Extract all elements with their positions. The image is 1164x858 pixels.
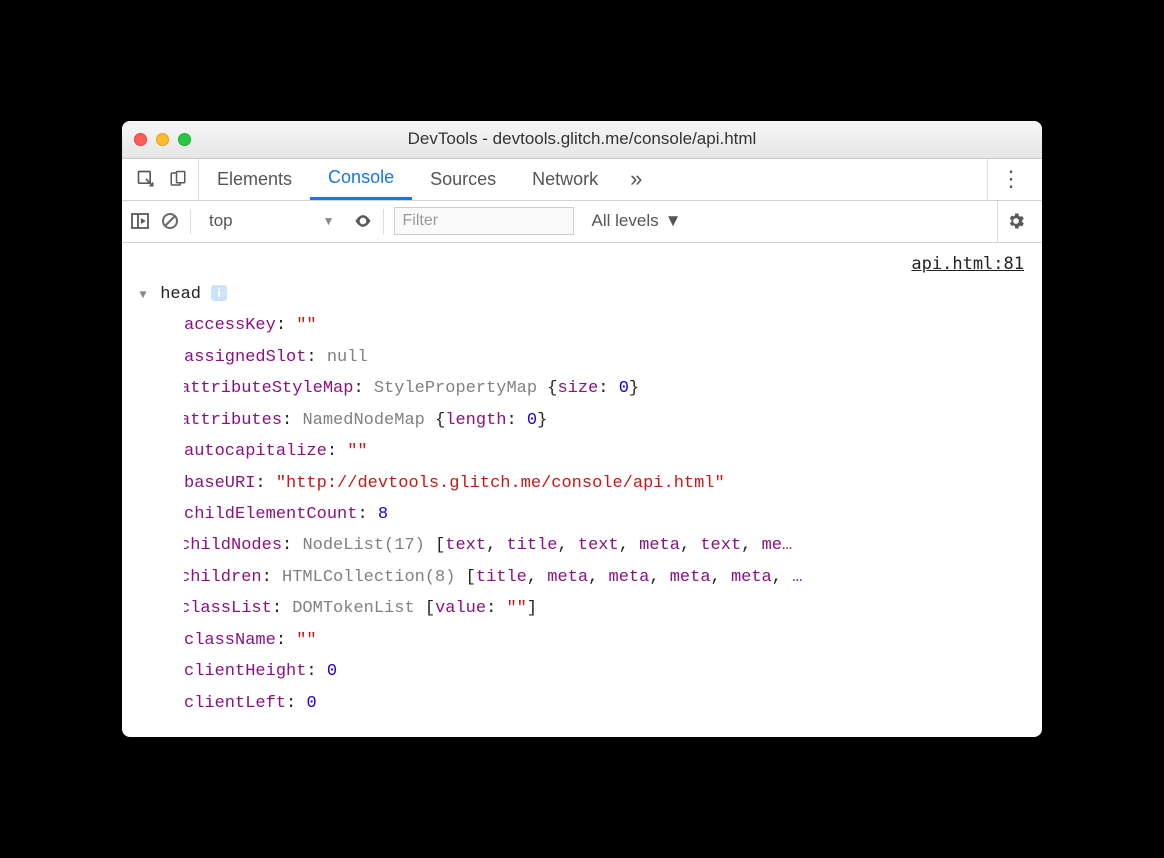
prop-attributeStyleMap[interactable]: attributeStyleMap: StylePropertyMap {siz… [184, 373, 1028, 404]
expand-arrow-icon[interactable] [136, 284, 150, 306]
log-level-selector[interactable]: All levels ▼ [584, 211, 690, 231]
tab-console[interactable]: Console [310, 159, 412, 200]
inspect-icon[interactable] [136, 169, 156, 189]
titlebar: DevTools - devtools.glitch.me/console/ap… [122, 121, 1042, 159]
device-icon[interactable] [168, 169, 188, 189]
settings-kebab[interactable]: ⋮ [987, 159, 1034, 200]
context-selector[interactable]: top ▼ [201, 211, 343, 231]
property-list: accessKey: "" assignedSlot: null attribu… [184, 310, 1028, 719]
prop-children[interactable]: children: HTMLCollection(8) [title, meta… [184, 562, 1028, 593]
tab-sources[interactable]: Sources [412, 159, 514, 200]
devtools-window: DevTools - devtools.glitch.me/console/ap… [122, 121, 1042, 737]
eye-icon[interactable] [353, 211, 373, 231]
console-settings-button[interactable] [997, 201, 1034, 242]
info-icon[interactable]: i [211, 285, 227, 301]
sidebar-toggle-icon[interactable] [130, 211, 150, 231]
filter-input[interactable] [394, 207, 574, 235]
prop-baseURI[interactable]: baseURI: "http://devtools.glitch.me/cons… [184, 468, 1028, 499]
panel-tabbar: Elements Console Sources Network » ⋮ [122, 159, 1042, 201]
levels-label: All levels [592, 211, 659, 231]
prop-className[interactable]: className: "" [184, 625, 1028, 656]
prop-assignedSlot[interactable]: assignedSlot: null [184, 342, 1028, 373]
window-title: DevTools - devtools.glitch.me/console/ap… [134, 129, 1030, 149]
caret-down-icon: ▼ [665, 211, 682, 231]
prop-attributes[interactable]: attributes: NamedNodeMap {length: 0} [184, 405, 1028, 436]
prop-accessKey[interactable]: accessKey: "" [184, 310, 1028, 341]
console-toolbar: top ▼ All levels ▼ [122, 201, 1042, 243]
prop-autocapitalize[interactable]: autocapitalize: "" [184, 436, 1028, 467]
caret-down-icon: ▼ [323, 214, 335, 228]
prop-clientLeft[interactable]: clientLeft: 0 [184, 688, 1028, 719]
close-button[interactable] [134, 133, 147, 146]
context-label: top [209, 211, 233, 231]
console-output: api.html:81 head i accessKey: "" assigne… [122, 243, 1042, 737]
traffic-lights [134, 133, 191, 146]
prop-clientHeight[interactable]: clientHeight: 0 [184, 656, 1028, 687]
divider [190, 209, 191, 234]
tabbar-icons [130, 159, 199, 200]
source-link[interactable]: api.html:81 [911, 249, 1024, 280]
tab-network[interactable]: Network [514, 159, 616, 200]
divider [383, 209, 384, 234]
prop-childNodes[interactable]: childNodes: NodeList(17) [text, title, t… [184, 530, 1028, 561]
more-tabs-button[interactable]: » [616, 166, 656, 192]
object-tree-root[interactable]: head i [136, 279, 1028, 310]
prop-classList[interactable]: classList: DOMTokenList [value: ""] [184, 593, 1028, 624]
prop-childElementCount[interactable]: childElementCount: 8 [184, 499, 1028, 530]
object-name: head [160, 285, 201, 304]
clear-console-icon[interactable] [160, 211, 180, 231]
minimize-button[interactable] [156, 133, 169, 146]
tab-elements[interactable]: Elements [199, 159, 310, 200]
fullscreen-button[interactable] [178, 133, 191, 146]
